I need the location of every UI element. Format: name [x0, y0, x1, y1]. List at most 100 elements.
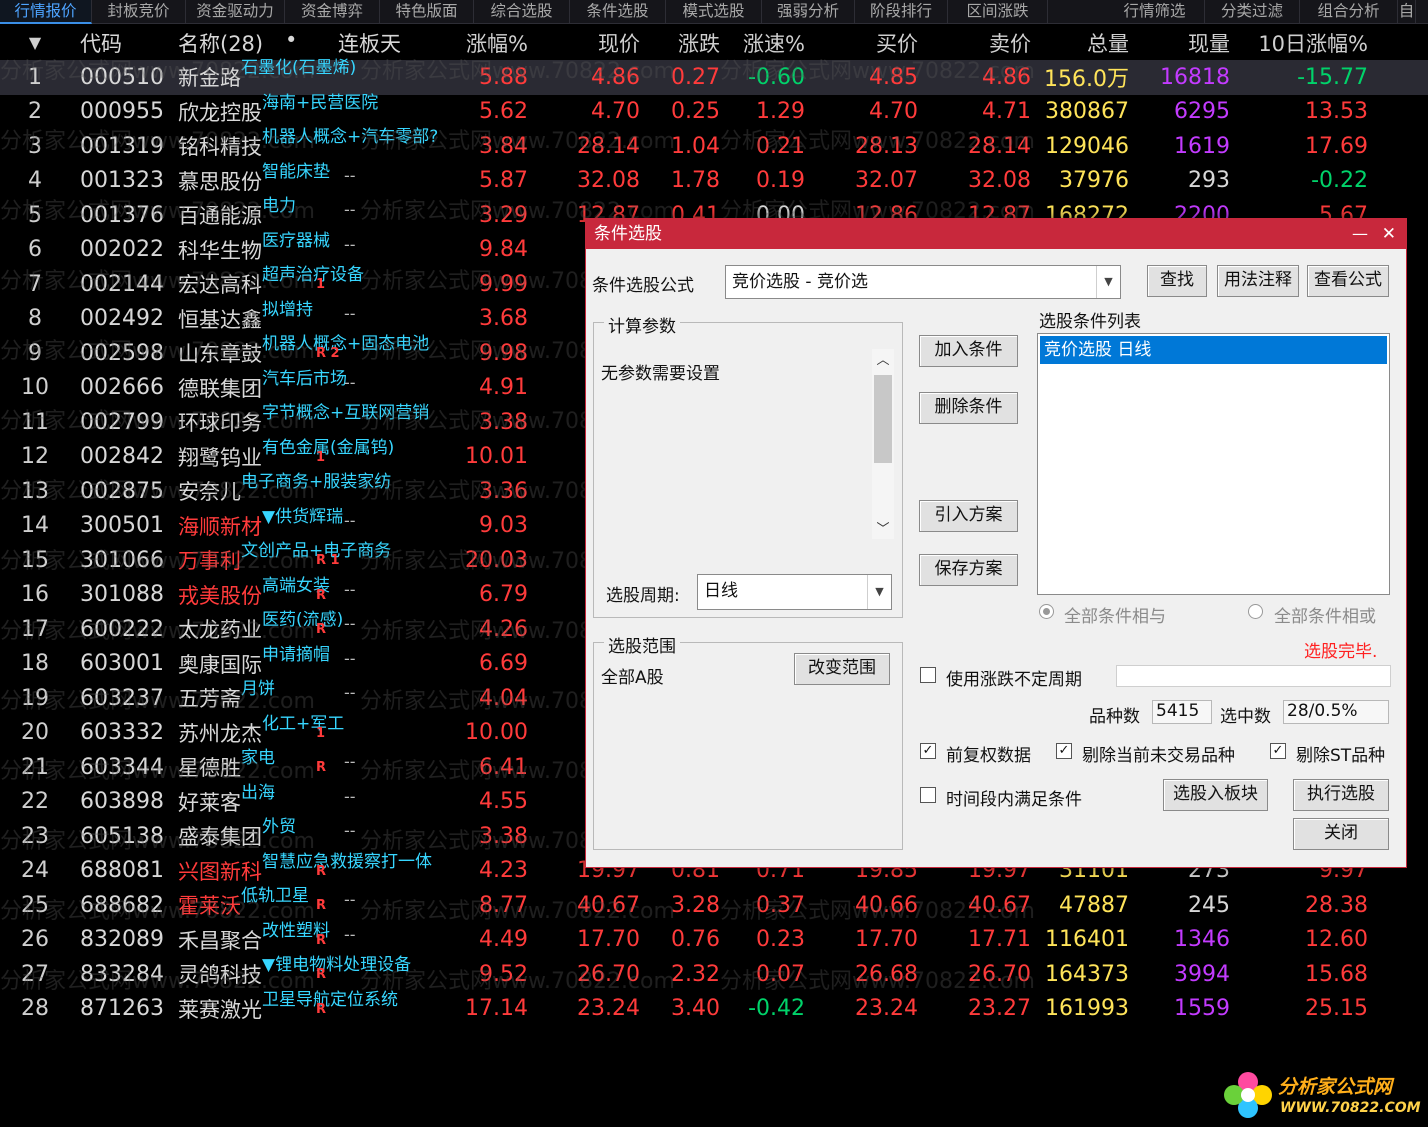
col-price[interactable]: 现价 — [536, 28, 648, 58]
ask: 4.86 — [982, 64, 1031, 90]
view-formula-button[interactable]: 查看公式 — [1307, 265, 1389, 297]
stock-code: 001319 — [80, 133, 164, 159]
table-row[interactable]: 27 833284 灵鸽科技 ▼锂电物料处理设备 R 9.52 26.70 2.32 0.07 2… — [0, 955, 1428, 992]
tab-5[interactable]: 特色版面 — [380, 0, 474, 24]
table-row[interactable]: 26 832089 禾昌聚合 改性塑料 R -- 4.49 17.70 0.76 0.23 17.7… — [0, 921, 1428, 958]
speed: 0.19 — [756, 168, 805, 194]
checkbox-fq[interactable]: ✓ — [920, 743, 936, 759]
table-row[interactable]: 25 688682 霍莱沃 低轨卫星 R -- 8.77 40.67 3.28 0.37 40.66… — [0, 886, 1428, 923]
col-bid[interactable]: 买价 — [813, 28, 926, 58]
table-row[interactable]: 3 001319 铭科精技 机器人概念+汽车零部? 3.84 28.14 1.04 0.21 2… — [0, 127, 1428, 164]
table-row[interactable]: 1 000510 新金路 石墨化(石墨烯) 5.88 4.86 0.27 -0.60 4.85 4… — [0, 58, 1428, 95]
dialog-titlebar[interactable]: 条件选股 — ✕ — [586, 219, 1406, 249]
tab-1[interactable]: 行情报价 — [0, 0, 92, 24]
col-ten-day[interactable]: 10日涨幅% — [1238, 28, 1376, 58]
check-icon: ✓ — [922, 743, 934, 758]
change-pct: 3.84 — [479, 133, 528, 159]
current-volume: 6295 — [1174, 99, 1230, 125]
tab-14[interactable]: 组合分析 — [1300, 0, 1398, 24]
change-pct: 4.55 — [479, 789, 528, 815]
tab-gap — [1048, 0, 1105, 24]
bid: 32.07 — [855, 168, 918, 194]
import-plan-button[interactable]: 引入方案 — [919, 500, 1018, 532]
col-ask[interactable]: 卖价 — [926, 28, 1039, 58]
run-select-button[interactable]: 执行选股 — [1293, 779, 1389, 811]
stock-name: 山东章鼓 — [178, 342, 262, 367]
tab-2[interactable]: 封板竞价 — [92, 0, 186, 24]
row-index: 8 — [28, 306, 42, 332]
status-text: 选股完毕. — [1304, 642, 1378, 662]
checkbox-untraded[interactable]: ✓ — [1056, 743, 1072, 759]
scroll-down-icon[interactable]: ﹀ — [872, 518, 894, 537]
formula-select[interactable]: 竞价选股 - 竞价选 ▼ — [725, 265, 1121, 299]
table-row[interactable]: 28 871263 莱赛激光 卫星导航定位系统 R 17.14 23.24 3.40 -0.42… — [0, 990, 1428, 1027]
range-group-title: 选股范围 — [604, 632, 680, 657]
save-plan-button[interactable]: 保存方案 — [919, 554, 1018, 586]
concept-tag: 外贸 — [262, 817, 296, 838]
close-button[interactable]: 关闭 — [1293, 818, 1389, 850]
uncertain-period-field[interactable] — [1116, 665, 1391, 687]
change: 0.76 — [671, 927, 720, 953]
tab-7[interactable]: 条件选股 — [570, 0, 666, 24]
radio-and[interactable] — [1039, 604, 1054, 619]
price: 40.67 — [577, 892, 640, 918]
col-code[interactable]: 代码 — [70, 28, 168, 58]
to-block-button[interactable]: 选股入板块 — [1163, 779, 1268, 811]
ten-day-change: 17.69 — [1305, 133, 1368, 159]
change-pct: 6.69 — [479, 651, 528, 677]
limit-days: -- — [344, 234, 356, 254]
radio-or[interactable] — [1248, 604, 1263, 619]
col-change[interactable]: 涨跌 — [648, 28, 728, 58]
checkbox-st[interactable]: ✓ — [1270, 743, 1286, 759]
checkbox-period[interactable] — [920, 787, 936, 803]
tab-10[interactable]: 阶段排行 — [855, 0, 948, 24]
change-range-button[interactable]: 改变范围 — [794, 653, 890, 685]
delete-condition-button[interactable]: 删除条件 — [919, 392, 1018, 424]
change-pct: 4.49 — [479, 927, 528, 953]
volume: 161993 — [1045, 996, 1129, 1022]
concept-tag: 月饼 — [241, 679, 275, 700]
scroll-up-icon[interactable]: ︿ — [872, 349, 894, 368]
chevron-down-icon: ▼ — [1096, 266, 1120, 298]
usage-button[interactable]: 用法注释 — [1217, 265, 1299, 297]
concept-tag: 家电 — [241, 748, 275, 769]
tab-3[interactable]: 资金驱动力 — [186, 0, 285, 24]
close-icon[interactable]: ✕ — [1382, 219, 1396, 249]
tab-15[interactable]: 自 — [1398, 0, 1416, 24]
table-row[interactable]: 4 001323 慕思股份 智能床垫 -- 5.87 32.08 1.78 0.19 32.07 3… — [0, 162, 1428, 199]
stock-name: 星德胜 — [178, 756, 241, 781]
range-group: 选股范围 全部A股 改变范围 — [593, 632, 903, 850]
condition-item[interactable]: 竞价选股 日线 — [1040, 336, 1387, 364]
logo-url: WWW.70822.COM — [1280, 1100, 1421, 1116]
current-volume: 245 — [1188, 892, 1230, 918]
find-button[interactable]: 查找 — [1147, 265, 1207, 297]
tab-13[interactable]: 分类过滤 — [1205, 0, 1300, 24]
col-speed[interactable]: 涨速% — [728, 28, 813, 58]
tab-9[interactable]: 强弱分析 — [762, 0, 855, 24]
uncertain-period-checkbox[interactable] — [920, 667, 936, 683]
col-change-pct[interactable]: 涨幅% — [423, 28, 536, 58]
period-select[interactable]: 日线 ▼ — [697, 574, 892, 610]
table-row[interactable]: 2 000955 欣龙控股 海南+民营医院 5.62 4.70 0.25 1.29 4.70 4.… — [0, 93, 1428, 130]
limit-days: -- — [344, 372, 356, 392]
add-condition-button[interactable]: 加入条件 — [919, 335, 1018, 367]
stock-name: 欣龙控股 — [178, 100, 262, 125]
tab-4[interactable]: 资金博弈 — [285, 0, 380, 24]
change-pct: 9.84 — [479, 237, 528, 263]
bid: 4.85 — [869, 64, 918, 90]
col-current-volume[interactable]: 现量 — [1137, 28, 1238, 58]
tab-6[interactable]: 综合选股 — [474, 0, 570, 24]
col-volume[interactable]: 总量 — [1039, 28, 1137, 58]
stock-code: 605138 — [80, 823, 164, 849]
minimize-icon[interactable]: — — [1352, 219, 1368, 249]
tab-12[interactable]: 行情筛选 — [1105, 0, 1205, 24]
condition-list[interactable]: 竞价选股 日线 — [1037, 333, 1390, 595]
limit-days: -- — [344, 303, 356, 323]
tab-8[interactable]: 模式选股 — [666, 0, 762, 24]
tab-11[interactable]: 区间涨跌 — [948, 0, 1048, 24]
params-scrollbar[interactable]: ︿ ﹀ — [872, 349, 894, 539]
params-group: 计算参数 无参数需要设置 ︿ ﹀ 选股周期: 日线 ▼ — [593, 312, 903, 618]
stock-code: 688081 — [80, 858, 164, 884]
scroll-thumb[interactable] — [874, 375, 892, 463]
sort-icon[interactable]: ▼ — [0, 33, 70, 52]
